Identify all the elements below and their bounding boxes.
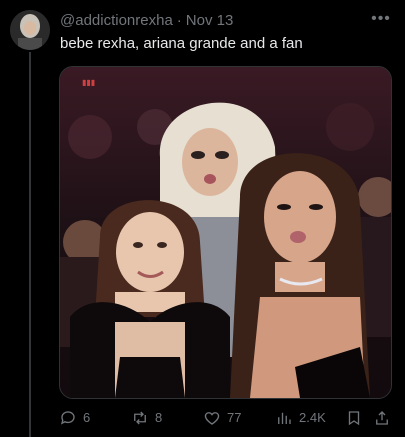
retweet-button[interactable]: 8 bbox=[131, 406, 162, 430]
more-dots-icon[interactable]: ••• bbox=[371, 10, 391, 30]
thread-line bbox=[29, 52, 31, 437]
photo-image: ▮▮▮ bbox=[60, 67, 391, 398]
heart-icon bbox=[204, 412, 220, 425]
tweet-photo[interactable]: ▮▮▮ bbox=[59, 66, 392, 399]
share-icon bbox=[376, 411, 388, 425]
svg-text:▮▮▮: ▮▮▮ bbox=[82, 78, 95, 87]
reply-count: 6 bbox=[83, 410, 91, 425]
avatar[interactable] bbox=[10, 10, 50, 50]
views-button[interactable]: 2.4K bbox=[275, 406, 326, 430]
views-bar-chart-icon bbox=[278, 412, 291, 424]
retweet-icon bbox=[134, 411, 146, 425]
retweet-count: 8 bbox=[155, 410, 163, 425]
view-count: 2.4K bbox=[299, 410, 326, 425]
reply-icon bbox=[60, 411, 75, 425]
like-count: 77 bbox=[227, 410, 242, 425]
bookmark-button[interactable] bbox=[345, 406, 363, 430]
share-button[interactable] bbox=[373, 406, 391, 430]
tweet-date[interactable]: Nov 13 bbox=[186, 12, 234, 29]
avatar-image bbox=[10, 10, 50, 50]
bookmark-icon bbox=[348, 411, 360, 426]
tweet-actions: 6 8 77 2.4K bbox=[59, 406, 399, 430]
like-button[interactable]: 77 bbox=[203, 406, 241, 430]
tweet-header: @addictionrexha · Nov 13 bbox=[60, 11, 393, 31]
tweet-text: bebe rexha, ariana grande and a fan bbox=[60, 35, 303, 52]
reply-button[interactable]: 6 bbox=[59, 406, 90, 430]
separator-dot: · bbox=[176, 12, 182, 29]
user-handle[interactable]: @addictionrexha bbox=[60, 12, 173, 29]
